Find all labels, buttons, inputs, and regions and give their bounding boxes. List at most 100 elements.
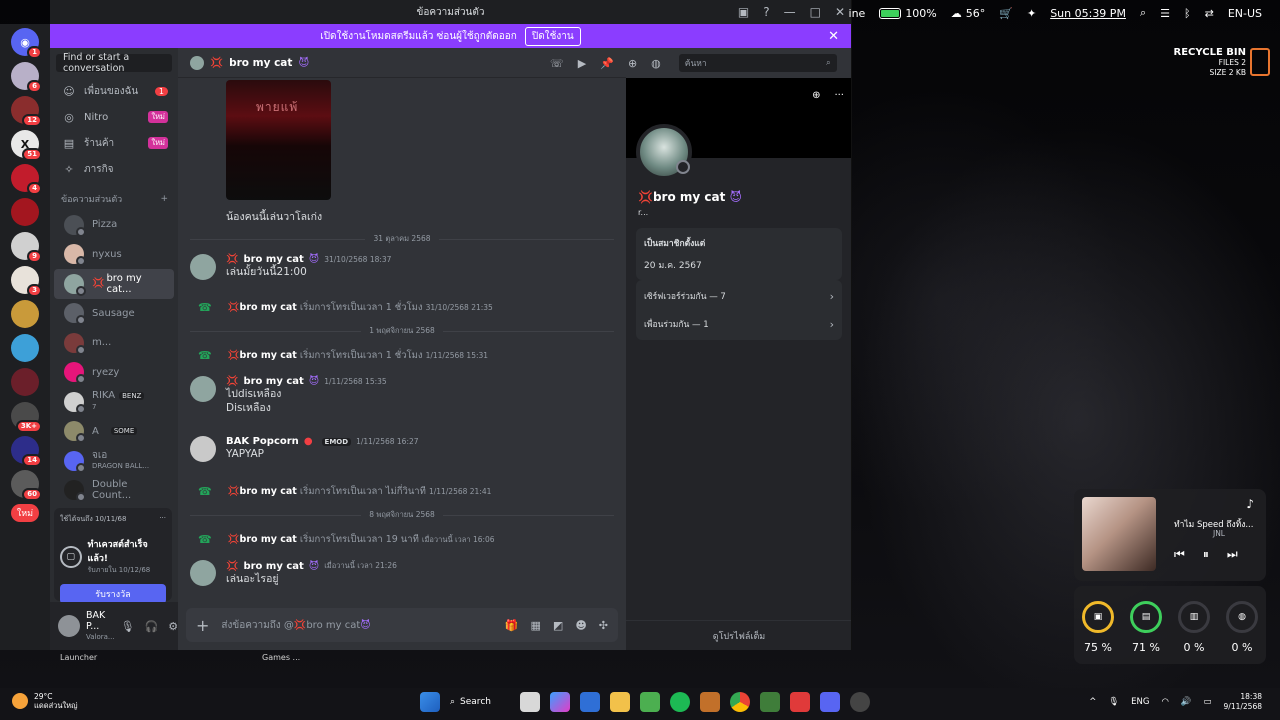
cart-icon[interactable]: 🛒 <box>999 7 1013 20</box>
task-view-icon[interactable] <box>520 692 540 712</box>
weather-status[interactable]: ☁ 56° <box>951 7 986 20</box>
settings-toggle-icon[interactable]: ⇄ <box>1205 7 1214 20</box>
mutual-servers-row[interactable]: เซิร์ฟเวอร์ร่วมกัน — 7 › <box>644 282 834 310</box>
view-full-profile-button[interactable]: ดูโปรไฟล์เต็ม <box>626 620 851 650</box>
apps-icon[interactable]: ✣ <box>599 619 608 632</box>
pause-icon[interactable]: ⏸ <box>1203 547 1209 562</box>
taskbar-clock[interactable]: 18:38 9/11/2568 <box>1224 692 1262 712</box>
previous-track-icon[interactable]: ⏮ <box>1174 547 1185 562</box>
bluetooth-icon[interactable]: ᛒ <box>1184 7 1191 20</box>
image-attachment[interactable]: พายแพ้ <box>226 80 331 200</box>
server-icon[interactable]: 9 <box>11 232 42 263</box>
emoji-icon[interactable]: ☻ <box>575 619 586 632</box>
menu-clock[interactable]: Sun 05:39 PM <box>1050 7 1126 20</box>
windows-start-icon[interactable] <box>420 692 440 712</box>
dm-item[interactable]: Double Count... <box>54 476 174 506</box>
sticker-icon[interactable]: ◩ <box>553 619 563 632</box>
disable-streamer-button[interactable]: ปิดใช้งาน <box>524 26 581 46</box>
more-icon[interactable]: ··· <box>159 514 166 525</box>
avatar[interactable] <box>636 124 692 180</box>
chevron-up-icon[interactable]: ^ <box>1089 697 1096 707</box>
mic-icon[interactable]: 🎙 <box>1108 697 1119 707</box>
server-icon[interactable] <box>11 300 39 328</box>
wifi-icon[interactable]: ◠ <box>1161 697 1168 707</box>
sparkle-icon[interactable]: ✦ <box>1027 7 1036 20</box>
valorant-icon[interactable] <box>790 692 810 712</box>
nav-quests[interactable]: ✧ ภารกิจ <box>50 156 178 182</box>
dm-item[interactable]: m... <box>54 328 174 358</box>
discord-home-icon[interactable]: ◉ 1 <box>11 28 42 59</box>
search-icon[interactable]: ⌕ <box>1140 6 1146 20</box>
user-profile-icon[interactable]: ◍ <box>651 57 661 70</box>
minecraft-icon[interactable] <box>640 692 660 712</box>
server-icon[interactable]: 6 <box>11 62 42 93</box>
search-input[interactable]: ค้นหา ⌕ <box>678 54 837 72</box>
server-icon[interactable]: 60 <box>11 470 42 501</box>
app-icon[interactable] <box>850 692 870 712</box>
voice-call-icon[interactable]: ☏ <box>550 57 564 70</box>
discord-taskbar-icon[interactable] <box>820 692 840 712</box>
video-call-icon[interactable]: ▶ <box>578 57 586 70</box>
dm-item-active[interactable]: 💢 bro my cat... <box>54 269 174 299</box>
store-icon[interactable] <box>580 692 600 712</box>
folder-icon[interactable] <box>610 692 630 712</box>
app-icon[interactable] <box>760 692 780 712</box>
dm-item[interactable]: Sausage <box>54 299 174 329</box>
battery-icon[interactable]: ▭ <box>1204 697 1212 707</box>
pin-icon[interactable]: 📌 <box>600 57 614 70</box>
more-icon[interactable]: ··· <box>834 90 844 101</box>
server-icon[interactable]: 3 <box>11 266 42 297</box>
add-dm-icon[interactable]: + <box>160 194 168 204</box>
new-servers-pill[interactable]: ใหม่ <box>10 504 40 522</box>
message-composer[interactable]: + ส่งข้อความถึง @💢bro my cat😈 🎁 ▦ ◩ ☻ ✣ <box>186 608 618 642</box>
claim-reward-button[interactable]: รับรางวัล <box>60 584 166 604</box>
nav-shop[interactable]: ▤ ร้านค้า ใหม่ <box>50 130 178 156</box>
recycle-bin-widget[interactable]: RECYCLE BIN FILES 2 SIZE 2 KB <box>1174 48 1247 78</box>
gif-icon[interactable]: ▦ <box>531 619 541 632</box>
nav-nitro[interactable]: ◎ Nitro ใหม่ <box>50 104 178 130</box>
dm-item[interactable]: nyxus <box>54 240 174 270</box>
server-icon[interactable]: 4 <box>11 164 42 195</box>
taskbar-search[interactable]: ⌕ Search <box>450 697 510 707</box>
banner-close-icon[interactable]: ✕ <box>828 29 839 44</box>
add-friends-icon[interactable]: ⊕ <box>628 57 637 70</box>
avatar[interactable] <box>190 436 216 462</box>
dm-item[interactable]: Pizza <box>54 210 174 240</box>
avatar[interactable] <box>190 560 216 586</box>
server-icon[interactable] <box>11 368 39 396</box>
game-icon[interactable] <box>700 692 720 712</box>
add-attachment-icon[interactable]: + <box>196 616 209 635</box>
weather-widget[interactable]: 29°C แดดส่วนใหญ่ <box>12 692 78 710</box>
mutual-friends-row[interactable]: เพื่อนร่วมกัน — 1 › <box>644 310 834 338</box>
dm-item[interactable]: จเอ DRAGON BALL... <box>54 446 174 476</box>
input-language[interactable]: ENG <box>1131 697 1149 707</box>
language-indicator[interactable]: EN-US <box>1228 7 1262 20</box>
battery-status[interactable]: 100% <box>879 7 937 20</box>
avatar[interactable] <box>58 615 80 637</box>
volume-icon[interactable]: 🔊 <box>1181 697 1192 707</box>
avatar[interactable] <box>190 376 216 402</box>
server-icon[interactable] <box>11 198 39 226</box>
nav-friends[interactable]: ☺ เพื่อนของฉัน 1 <box>50 78 178 104</box>
mic-icon[interactable]: 🎙 <box>121 620 135 633</box>
server-icon[interactable]: 3K+ <box>11 402 42 433</box>
list-icon[interactable]: ☰ <box>1160 7 1170 20</box>
headphones-icon[interactable]: 🎧 <box>145 620 159 633</box>
copilot-icon[interactable] <box>550 692 570 712</box>
next-track-icon[interactable]: ⏭ <box>1227 547 1238 562</box>
add-friend-icon[interactable]: ⊕ <box>812 90 820 101</box>
server-icon[interactable]: 12 <box>11 96 42 127</box>
gear-icon[interactable]: ⚙ <box>168 620 178 633</box>
spotify-icon[interactable] <box>670 692 690 712</box>
dm-item[interactable]: ryezy <box>54 358 174 388</box>
chrome-icon[interactable] <box>730 692 750 712</box>
server-icon[interactable]: 14 <box>11 436 42 467</box>
gift-icon[interactable]: 🎁 <box>505 619 519 632</box>
dm-item[interactable]: A SOME <box>54 417 174 447</box>
dm-item[interactable]: RIKA BENZ 7 <box>54 387 174 417</box>
avatar[interactable] <box>190 254 216 280</box>
recycle-bin-icon[interactable] <box>1250 48 1270 76</box>
server-icon[interactable] <box>11 334 39 362</box>
find-conversation-input[interactable]: Find or start a conversation <box>56 52 172 74</box>
x-server-icon[interactable]: X 51 <box>11 130 42 161</box>
